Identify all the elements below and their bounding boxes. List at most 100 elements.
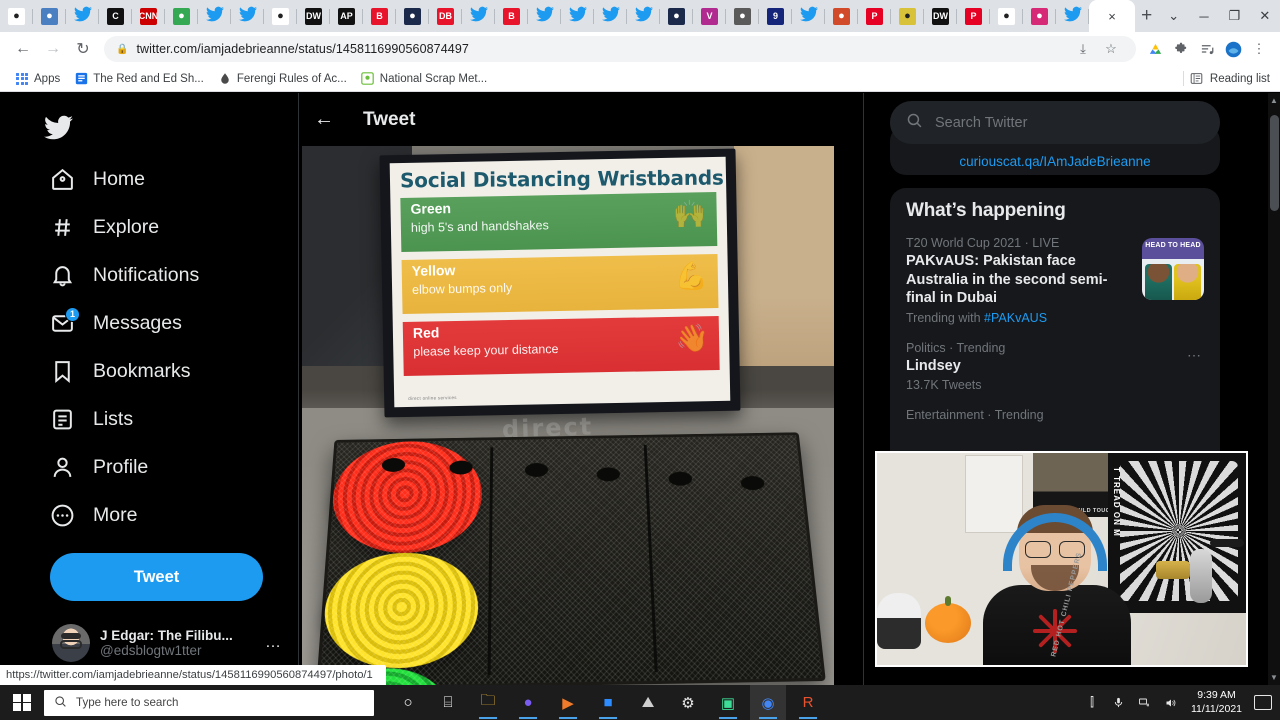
extensions-puzzle-icon[interactable] <box>1168 36 1194 62</box>
dw-tab[interactable]: DW <box>297 0 330 32</box>
zoom-icon[interactable]: ■ <box>590 685 626 720</box>
sidebar-item-profile[interactable]: Profile <box>0 443 298 491</box>
microphone-icon[interactable] <box>1109 696 1127 709</box>
account-more-icon[interactable]: … <box>265 634 282 652</box>
search-twitter-box[interactable]: Search Twitter <box>890 101 1220 144</box>
page-scrollbar[interactable]: ▲ ▼ <box>1268 93 1280 685</box>
new-tab-button[interactable]: + <box>1135 0 1158 32</box>
file-explorer-icon[interactable]: 🗀 <box>470 685 506 720</box>
settings-gear-icon[interactable]: ⚙ <box>670 685 706 720</box>
scroll-up-icon[interactable]: ▲ <box>1269 96 1279 105</box>
twitter-tab-9[interactable] <box>792 0 825 32</box>
wjxt-tab[interactable]: 9 <box>759 0 792 32</box>
trend-item[interactable]: Entertainment · Trending <box>906 408 1204 422</box>
cnn-tab[interactable]: CNN <box>132 0 165 32</box>
trend-hashtag[interactable]: #PAKvAUS <box>984 311 1047 325</box>
active-tab[interactable]: × <box>1089 0 1135 32</box>
account-switcher[interactable]: J Edgar: The Filibu... @edsblogtw1tter … <box>52 619 282 667</box>
twitter-tab-10[interactable] <box>1056 0 1089 32</box>
nbc-tab[interactable]: ● <box>990 0 1023 32</box>
streamlabs-icon[interactable]: ▣ <box>710 685 746 720</box>
search-input-placeholder[interactable]: Search Twitter <box>935 115 1027 131</box>
twitter-tab-1[interactable] <box>66 0 99 32</box>
twitter-tab-6[interactable] <box>561 0 594 32</box>
dw-tab-2[interactable]: DW <box>924 0 957 32</box>
trend-more-icon[interactable]: ⋯ <box>1187 347 1202 364</box>
taskbar-clock[interactable]: 9:39 AM 11/11/2021 <box>1187 689 1246 715</box>
install-app-icon[interactable]: ⤓ <box>1070 36 1096 62</box>
scroll-down-icon[interactable]: ▼ <box>1269 673 1279 682</box>
chrome-menu-icon[interactable]: ⋮ <box>1246 36 1272 62</box>
twitter-tab-8[interactable] <box>627 0 660 32</box>
reuters-tab[interactable]: ● <box>33 0 66 32</box>
photos-icon[interactable]: ⛰ <box>630 685 666 720</box>
google-maps-tab[interactable]: ● <box>165 0 198 32</box>
bookmark-national-scrap[interactable]: National Scrap Met... <box>354 68 494 90</box>
tweet-compose-button[interactable]: Tweet <box>50 553 263 601</box>
minimize-button[interactable]: ─ <box>1189 0 1219 32</box>
globe-tab[interactable]: ● <box>726 0 759 32</box>
apps-shortcut[interactable]: Apps <box>8 68 67 90</box>
flag-tab-1[interactable]: ● <box>396 0 429 32</box>
tweet-photo-viewer[interactable]: Social Distancing Wristbands Green high … <box>299 146 863 685</box>
vimeo-tab[interactable]: V <box>693 0 726 32</box>
back-arrow-icon[interactable]: ← <box>313 108 335 131</box>
twitter-bird-logo[interactable] <box>44 103 92 151</box>
network-icon[interactable] <box>1135 697 1153 709</box>
reload-button[interactable]: ↻ <box>68 34 98 64</box>
reading-list-label[interactable]: Reading list <box>1210 73 1270 85</box>
profile-avatar-icon[interactable] <box>1220 36 1246 62</box>
close-window-button[interactable]: ✕ <box>1250 0 1280 32</box>
instagram-tab[interactable]: ● <box>1023 0 1056 32</box>
sidebar-item-lists[interactable]: Lists <box>0 395 298 443</box>
trend-item[interactable]: Politics · Trending Lindsey 13.7K Tweets… <box>906 341 1204 393</box>
sidebar-item-home[interactable]: Home <box>0 155 298 203</box>
db-tab[interactable]: DB <box>429 0 462 32</box>
google-drive-icon[interactable] <box>1142 36 1168 62</box>
trend-item[interactable]: T20 World Cup 2021 · LIVE PAKvAUS: Pakis… <box>906 236 1204 325</box>
reason-icon[interactable]: R <box>790 685 826 720</box>
maximize-button[interactable]: ❐ <box>1219 0 1249 32</box>
discord-icon[interactable]: ● <box>510 685 546 720</box>
task-view-icon[interactable]: ⌸ <box>430 685 466 720</box>
close-icon[interactable]: × <box>1108 9 1116 24</box>
blogger-tab-2[interactable]: B <box>495 0 528 32</box>
media-player-icon[interactable]: ▶ <box>550 685 586 720</box>
sidebar-item-explore[interactable]: Explore <box>0 203 298 251</box>
sidebar-item-messages[interactable]: 1 Messages <box>0 299 298 347</box>
pinterest-tab-1[interactable]: P <box>858 0 891 32</box>
action-center-icon[interactable] <box>1254 695 1272 710</box>
cortana-icon[interactable]: ○ <box>390 685 426 720</box>
bookmark-star-icon[interactable]: ☆ <box>1098 36 1124 62</box>
taskbar-search-box[interactable]: Type here to search <box>44 689 374 716</box>
sidebar-item-bookmarks[interactable]: Bookmarks <box>0 347 298 395</box>
flag-tab-2[interactable]: ● <box>660 0 693 32</box>
show-hidden-icons[interactable]: ⫿ <box>1083 695 1101 710</box>
bus-tab[interactable]: ● <box>825 0 858 32</box>
bookmark-red-and-ed[interactable]: The Red and Ed Sh... <box>67 68 211 90</box>
msnbc-tab-2[interactable]: ● <box>264 0 297 32</box>
forward-button[interactable]: → <box>38 34 68 64</box>
snake-tab[interactable]: ● <box>891 0 924 32</box>
blogger-tab-1[interactable]: B <box>363 0 396 32</box>
reading-list-icon[interactable] <box>1190 72 1204 86</box>
chrome-icon[interactable]: ◉ <box>750 685 786 720</box>
volume-icon[interactable] <box>1161 697 1179 709</box>
bookmark-ferengi-rules[interactable]: Ferengi Rules of Ac... <box>211 68 354 90</box>
curiouscat-link[interactable]: curiouscat.qa/IAmJadeBrieanne <box>959 154 1150 169</box>
address-bar[interactable]: 🔒 twitter.com/iamjadebrieanne/status/145… <box>104 36 1136 62</box>
taskbar-search-placeholder[interactable]: Type here to search <box>76 696 178 709</box>
pinterest-tab-2[interactable]: P <box>957 0 990 32</box>
twitter-tab-3[interactable] <box>231 0 264 32</box>
twitter-tab-5[interactable] <box>528 0 561 32</box>
twitter-tab-4[interactable] <box>462 0 495 32</box>
cnet-tab[interactable]: C <box>99 0 132 32</box>
ap-tab[interactable]: AP <box>330 0 363 32</box>
media-playlist-icon[interactable] <box>1194 36 1220 62</box>
sidebar-item-notifications[interactable]: Notifications <box>0 251 298 299</box>
tab-search-icon[interactable]: ⌄ <box>1158 0 1188 32</box>
windows-start-icon[interactable] <box>0 685 44 720</box>
tweet-photo[interactable]: Social Distancing Wristbands Green high … <box>302 146 834 685</box>
back-button[interactable]: ← <box>8 34 38 64</box>
msnbc-tab[interactable]: ● <box>0 0 33 32</box>
